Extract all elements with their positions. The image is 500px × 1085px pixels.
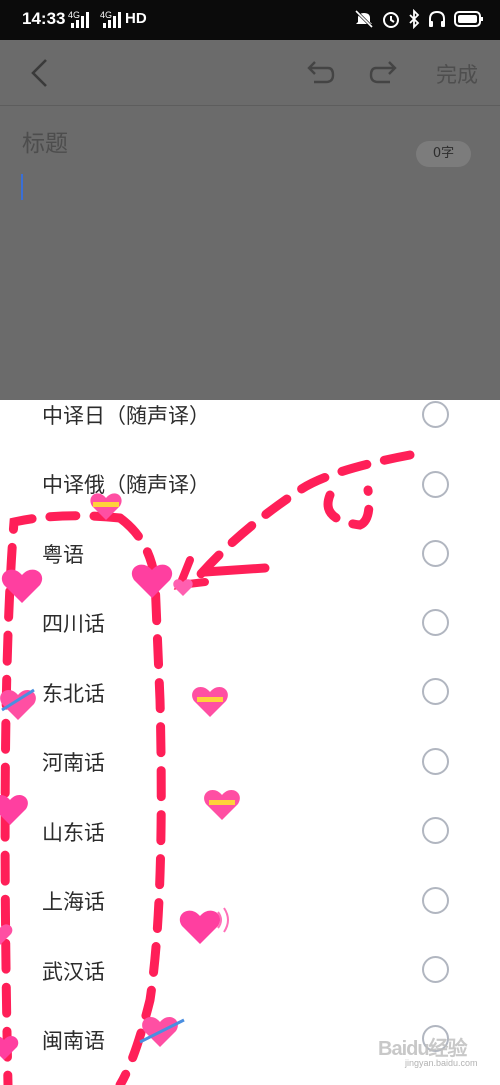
- option-label: 武汉话: [42, 960, 105, 984]
- radio-button[interactable]: [422, 956, 449, 983]
- note-editor: 完成 标题 0字: [0, 40, 500, 400]
- watermark-url: jingyan.baidu.com: [405, 1058, 478, 1068]
- radio-button[interactable]: [422, 401, 449, 428]
- undo-icon[interactable]: [302, 58, 336, 88]
- char-count-badge: 0字: [416, 141, 471, 167]
- option-row[interactable]: 东北话: [0, 678, 500, 747]
- radio-button[interactable]: [422, 817, 449, 844]
- option-row[interactable]: 上海话: [0, 886, 500, 955]
- radio-button[interactable]: [422, 748, 449, 775]
- headphones-icon: [429, 10, 445, 27]
- option-row[interactable]: 武汉话: [0, 956, 500, 1025]
- status-time: 14:33: [22, 9, 66, 28]
- back-icon[interactable]: [24, 56, 58, 90]
- option-label: 山东话: [42, 821, 105, 845]
- radio-button[interactable]: [422, 887, 449, 914]
- option-row[interactable]: 中译日（随声译）: [0, 400, 500, 469]
- done-button[interactable]: 完成: [436, 59, 478, 89]
- option-label: 闽南语: [42, 1029, 105, 1053]
- option-row[interactable]: 河南话: [0, 747, 500, 816]
- radio-button[interactable]: [422, 678, 449, 705]
- option-row[interactable]: 四川话: [0, 608, 500, 677]
- option-label: 河南话: [42, 751, 105, 775]
- signal-icon: [71, 12, 89, 28]
- status-icons: [354, 9, 484, 29]
- bluetooth-icon: [409, 9, 420, 29]
- battery-icon: [454, 11, 483, 27]
- option-label: 四川话: [42, 612, 105, 636]
- watermark-logo: Baidu经验: [378, 1038, 468, 1060]
- option-row[interactable]: 中译俄（随声译）: [0, 469, 500, 538]
- option-label: 中译日（随声译）: [42, 404, 210, 428]
- radio-button[interactable]: [422, 540, 449, 567]
- hd-indicator: HD: [125, 10, 147, 27]
- option-label: 上海话: [42, 890, 105, 914]
- option-label: 东北话: [42, 682, 105, 706]
- alarm-icon: [383, 12, 399, 28]
- option-label: 中译俄（随声译）: [42, 473, 210, 497]
- text-cursor: [21, 174, 23, 200]
- editor-toolbar: 完成: [0, 40, 500, 106]
- radio-button[interactable]: [422, 471, 449, 498]
- mute-icon: [354, 9, 374, 29]
- title-input[interactable]: 标题: [22, 124, 68, 158]
- option-label: 粤语: [42, 543, 84, 567]
- signal-icon-2: [103, 12, 121, 28]
- redo-icon[interactable]: [368, 58, 402, 88]
- option-row[interactable]: 山东话: [0, 817, 500, 886]
- option-row[interactable]: 粤语: [0, 539, 500, 608]
- language-sheet: 中译日（随声译） 中译俄（随声译） 粤语 四川话 东北话 河南话 山东话 上海话…: [0, 400, 500, 1085]
- radio-button[interactable]: [422, 609, 449, 636]
- status-bar: 14:33 4G 4G HD: [0, 0, 500, 40]
